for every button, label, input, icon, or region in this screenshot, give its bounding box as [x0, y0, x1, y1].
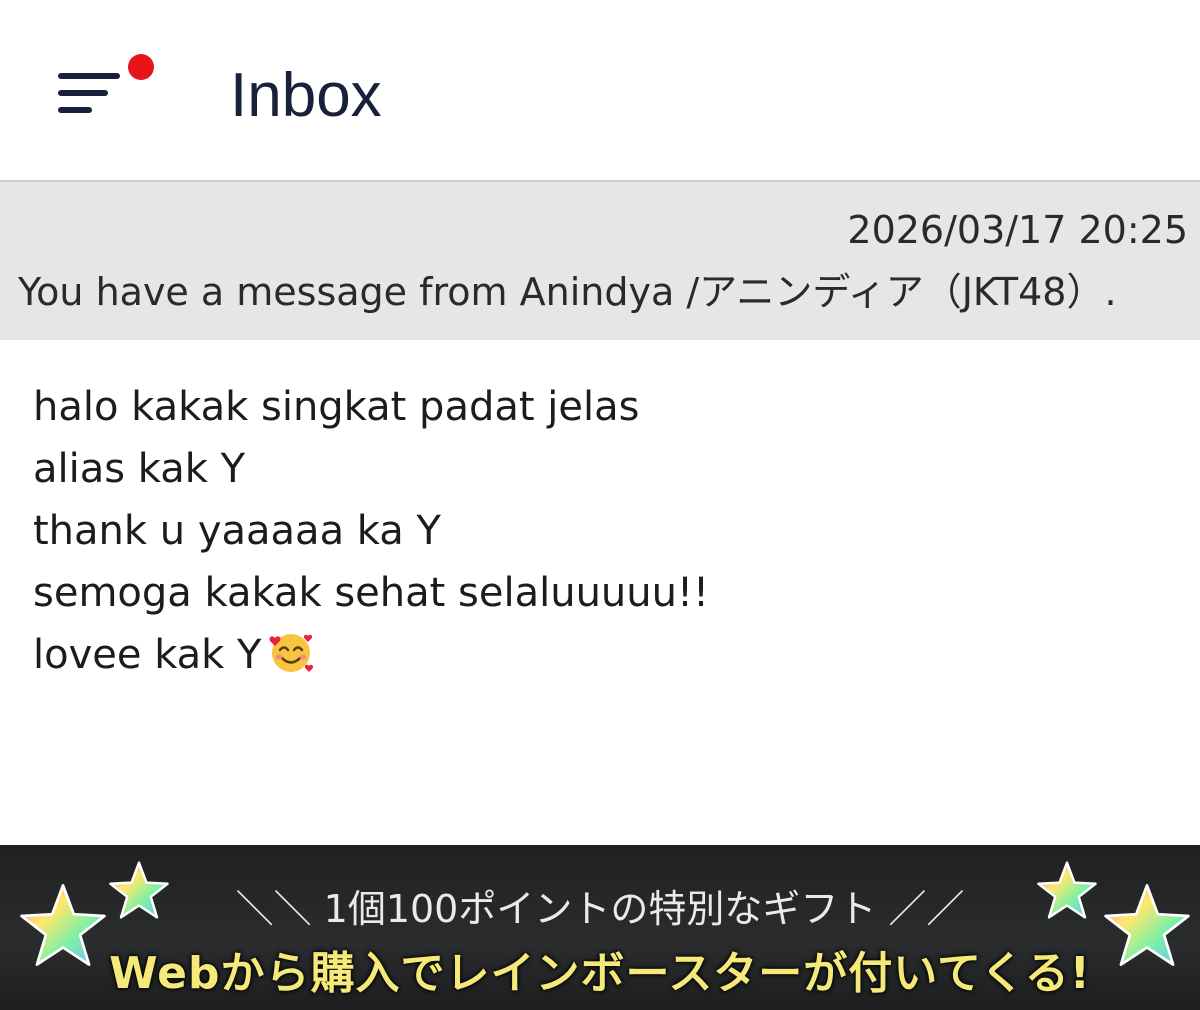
message-notice: 2026/03/17 20:25 You have a message from…: [0, 180, 1200, 340]
message-line: halo kakak singkat padat jelas: [33, 384, 640, 430]
message-subject: You have a message from Anindya /アニンディア（…: [18, 270, 1117, 314]
banner-callout: Webから購入でレインボースターが付いてくる!: [109, 948, 1091, 999]
menu-icon-bar: [58, 90, 108, 96]
smiling-face-with-hearts-icon: [269, 634, 314, 672]
message-timestamp: 2026/03/17 20:25: [847, 208, 1188, 252]
message-line: alias kak Y: [33, 446, 246, 492]
message-body: halo kakak singkat padat jelas alias kak…: [0, 340, 1200, 845]
menu-icon-bar: [58, 73, 120, 79]
message-line: thank u yaaaaa ka Y: [33, 508, 441, 554]
banner-headline: ＼＼ 1個100ポイントの特別なギフト ／／: [235, 887, 965, 931]
menu-icon-bar: [58, 107, 92, 113]
menu-button[interactable]: [52, 54, 162, 128]
app-header: Inbox: [0, 0, 1200, 180]
message-text: halo kakak singkat padat jelas alias kak…: [33, 376, 709, 686]
notification-dot: [128, 54, 154, 80]
message-line-text: lovee kak Y: [33, 632, 262, 678]
message-line-last: lovee kak Y: [33, 624, 709, 686]
gift-promo-banner[interactable]: ＼＼ 1個100ポイントの特別なギフト ／／ Webから購入でレインボースターが…: [0, 845, 1200, 1010]
page-title: Inbox: [230, 61, 382, 130]
message-line: semoga kakak sehat selaluuuuu!!: [33, 570, 710, 616]
